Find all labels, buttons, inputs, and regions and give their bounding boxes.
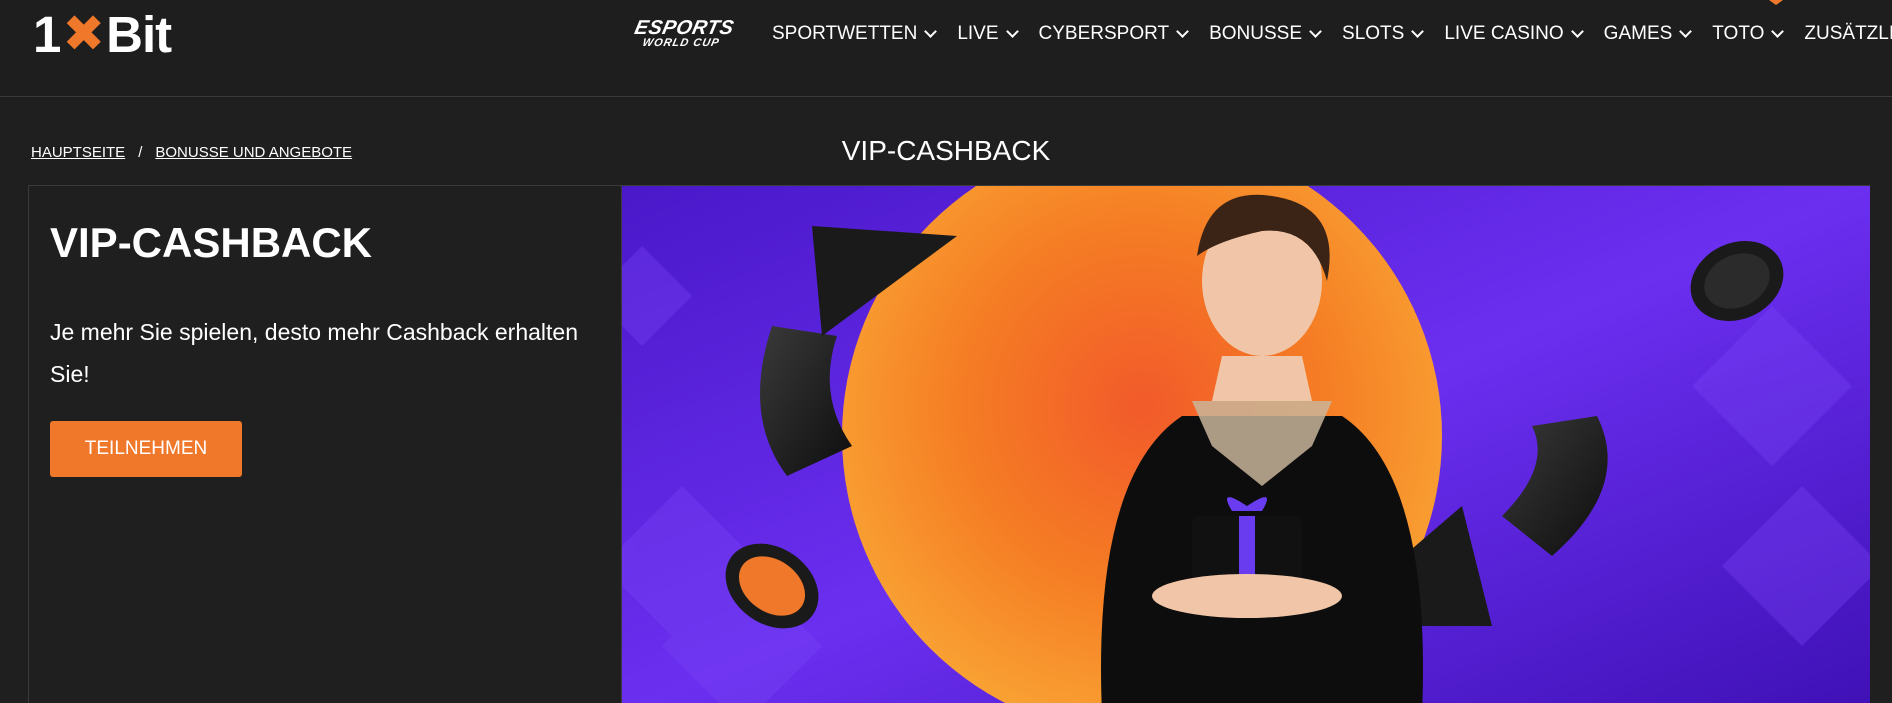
chevron-down-icon xyxy=(1005,25,1019,38)
nav-live-casino[interactable]: LIVE CASINO xyxy=(1444,23,1584,45)
nav-label: TOTO xyxy=(1712,23,1765,44)
chevron-down-icon xyxy=(1176,25,1189,38)
chevron-down-icon xyxy=(1679,25,1693,38)
chevron-down-icon xyxy=(924,25,938,38)
logo-x-icon: ✖ xyxy=(62,5,105,62)
nav-label: LIVE CASINO xyxy=(1444,23,1564,44)
nav-label: SLOTS xyxy=(1342,23,1405,44)
page-title: VIP-CASHBACK xyxy=(841,135,1051,166)
promo-title: VIP-CASHBACK xyxy=(50,219,373,266)
nav-label: BONUSSE xyxy=(1209,23,1303,44)
logo-right: Bit xyxy=(106,5,172,63)
nav-toto[interactable]: TOTO xyxy=(1712,23,1785,45)
chevron-down-icon xyxy=(1411,25,1425,38)
esports-logo-title: ESPORTS xyxy=(632,17,736,39)
nav-cybersport[interactable]: CYBERSPORT xyxy=(1038,23,1189,45)
site-logo[interactable]: 1 ✖ Bit xyxy=(33,5,172,63)
nav-label: CYBERSPORT xyxy=(1038,23,1170,44)
site-header: 1 ✖ Bit ESPORTS WORLD CUP SPORTWETTEN LI… xyxy=(0,0,1892,97)
nav-label: SPORTWETTEN xyxy=(772,23,918,44)
nav-live[interactable]: LIVE xyxy=(957,23,1019,45)
nav-slots[interactable]: SLOTS xyxy=(1342,23,1425,45)
logo-left: 1 xyxy=(33,5,61,63)
banner-illustration xyxy=(622,186,1870,703)
nav-label: LIVE xyxy=(957,23,999,44)
promo-banner-image xyxy=(622,186,1870,703)
chevron-down-icon xyxy=(1771,25,1785,38)
esports-logo-subtitle: WORLD CUP xyxy=(641,37,721,49)
promo-card: VIP-CASHBACK Je mehr Sie spielen, desto … xyxy=(28,185,1870,703)
esports-world-cup-logo[interactable]: ESPORTS WORLD CUP xyxy=(624,17,741,51)
nav-sportwetten[interactable]: SPORTWETTEN xyxy=(772,23,938,45)
promo-info: VIP-CASHBACK Je mehr Sie spielen, desto … xyxy=(29,186,622,703)
join-button[interactable]: TEILNEHMEN xyxy=(50,421,242,477)
main-nav: SPORTWETTEN LIVE CYBERSPORT BONUSSE SLOT… xyxy=(772,18,1892,50)
promo-description: Je mehr Sie spielen, desto mehr Cashback… xyxy=(50,319,579,387)
nav-zusaetzlich[interactable]: ZUSÄTZLICH xyxy=(1804,23,1892,45)
nav-new-indicator xyxy=(1769,0,1783,5)
nav-label: ZUSÄTZLICH xyxy=(1804,23,1892,44)
nav-games[interactable]: GAMES xyxy=(1603,23,1693,45)
chevron-down-icon xyxy=(1570,25,1584,38)
nav-label: GAMES xyxy=(1603,23,1673,44)
chevron-down-icon xyxy=(1309,25,1322,38)
nav-bonusse[interactable]: BONUSSE xyxy=(1209,23,1322,45)
